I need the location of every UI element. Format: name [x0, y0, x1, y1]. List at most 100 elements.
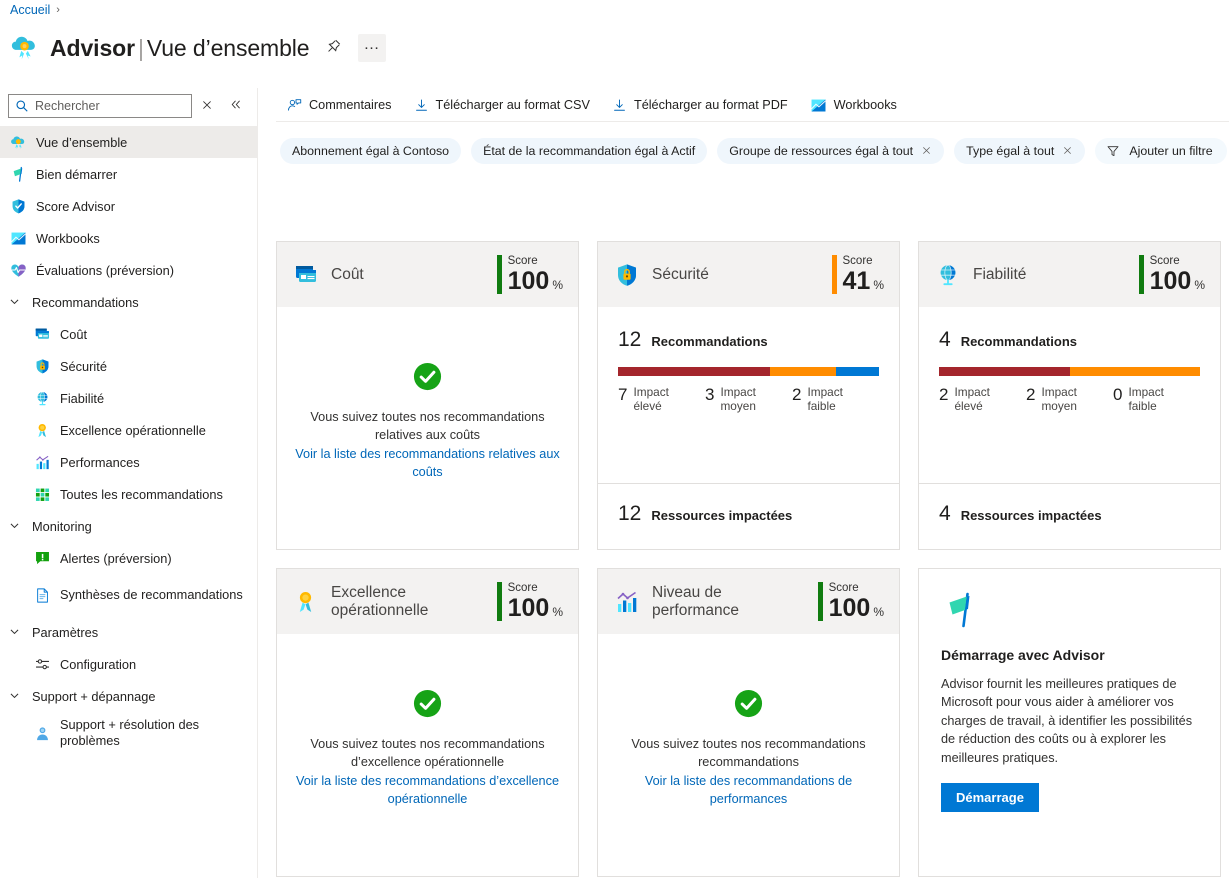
sidebar-item-12[interactable]: Monitoring [0, 510, 257, 542]
chevron-down-icon [8, 625, 22, 639]
card-performance[interactable]: Niveau de performance Score 100% Vous su… [597, 568, 900, 877]
search-box[interactable] [8, 94, 192, 118]
sidebar-item-5[interactable]: Recommandations [0, 286, 257, 318]
card-security-resources[interactable]: 12 Ressources impactées [598, 483, 899, 549]
performance-chart-icon [614, 589, 640, 615]
remove-filter-icon[interactable] [921, 145, 932, 158]
sidebar-item-label: Évaluations (préversion) [36, 262, 174, 278]
sidebar-item-16[interactable]: Configuration [0, 648, 257, 680]
command-t-l-charger-au-format-csv[interactable]: Télécharger au format CSV [403, 91, 601, 119]
breadcrumb-separator: › [56, 4, 60, 16]
more-options-button[interactable]: … [357, 34, 386, 62]
sidebar-item-13[interactable]: Alertes (préversion) [0, 542, 257, 574]
card-performance-link[interactable]: Voir la liste des recommandations de per… [612, 772, 885, 808]
sidebar-item-17[interactable]: Support + dépannage [0, 680, 257, 712]
impact-label: Impact élevé [954, 385, 989, 414]
impact-label-line1: Impact [807, 385, 843, 399]
card-reliability-body: 4 Recommandations 2 Impact élevé 2 Impact moy… [919, 307, 1220, 549]
pin-button[interactable] [320, 34, 348, 62]
sidebar-item-11[interactable]: Toutes les recommandations [0, 478, 257, 510]
card-security-rec-label: Recommandations [651, 334, 768, 349]
card-reliability-resources-label: Ressources impactées [960, 508, 1102, 523]
filter-chip-1[interactable]: État de la recommandation égal à Actif [471, 138, 708, 164]
ribbon-icon [293, 589, 319, 615]
sidebar-item-3[interactable]: Workbooks [0, 222, 257, 254]
card-security-recommendations[interactable]: 12 Recommandations 7 Impact élevé 3 Impact mo… [598, 307, 899, 483]
sidebar-item-14[interactable]: Synthèses de recommandations [0, 574, 257, 616]
command-commentaires[interactable]: Commentaires [276, 91, 403, 119]
impact-label-line2: élevé [633, 399, 662, 414]
card-reliability-resources[interactable]: 4 Ressources impactées [919, 483, 1220, 549]
sidebar-item-label: Support + résolution des problèmes [60, 717, 200, 748]
card-security-score-value: 41% [842, 266, 884, 295]
breadcrumb-home-link[interactable]: Accueil [10, 3, 50, 17]
card-security-rec-count: 12 [618, 328, 642, 351]
card-cost-body: Vous suivez toutes nos recommandations r… [277, 307, 578, 549]
sidebar-item-label: Vue d’ensemble [36, 134, 128, 150]
clear-search-button[interactable] [194, 94, 220, 118]
card-operational-excellence[interactable]: Excellence opérationnelle Score 100% Vou… [276, 568, 579, 877]
sidebar-item-15[interactable]: Paramètres [0, 616, 257, 648]
security-shield-icon [614, 262, 640, 288]
filter-chip-0[interactable]: Abonnement égal à Contoso [280, 138, 462, 164]
add-filter-label: Ajouter un filtre [1129, 144, 1213, 158]
get-started-button[interactable]: Démarrage [941, 783, 1039, 813]
card-operational-link[interactable]: Voir la liste des recommandations d’exce… [291, 772, 564, 808]
filter-chip-3[interactable]: Type égal à tout [954, 138, 1086, 164]
sidebar-item-0[interactable]: Vue d’ensemble [0, 126, 257, 158]
advisor-logo-icon [10, 33, 40, 63]
sidebar-item-18[interactable]: Support + résolution des problèmes [0, 712, 257, 754]
card-reliability-rec-label: Recommandations [960, 334, 1077, 349]
impact-label-line1: Impact [1128, 385, 1164, 399]
remove-filter-icon[interactable] [1062, 145, 1073, 158]
impact-label-line1: Impact [633, 385, 669, 399]
page-title-section: Vue d’ensemble [146, 34, 310, 61]
sidebar-item-label: Excellence opérationnelle [60, 422, 206, 438]
sidebar-item-1[interactable]: Bien démarrer [0, 158, 257, 190]
success-check-icon [412, 688, 443, 719]
card-performance-message: Vous suivez toutes nos recommandations r… [631, 737, 866, 770]
card-operational-message: Vous suivez toutes nos recommandations d… [310, 737, 545, 770]
card-cost-link[interactable]: Voir la liste des recommandations relati… [291, 445, 564, 481]
sidebar-item-6[interactable]: Coût [0, 318, 257, 350]
impact-label: Impact faible [1128, 385, 1163, 414]
sidebar-item-4[interactable]: Évaluations (préversion) [0, 254, 257, 286]
card-security-impact-legend: 7 Impact élevé 3 Impact moyen 2 Impact faible [618, 385, 879, 414]
card-reliability-impact-legend: 2 Impact élevé 2 Impact moyen 0 Impact faible [939, 385, 1200, 414]
impact-count: 2 [792, 385, 802, 404]
sidebar-item-7[interactable]: Sécurité [0, 350, 257, 382]
chevron-down-icon [8, 295, 22, 309]
card-cost-title: Coût [331, 265, 364, 283]
card-reliability-recommendations[interactable]: 4 Recommandations 2 Impact élevé 2 Impact moy… [919, 307, 1220, 483]
success-check-icon [412, 361, 443, 392]
command-bar: Commentaires Télécharger au format CSV Tél… [276, 90, 1229, 120]
collapse-sidebar-button[interactable] [222, 94, 248, 118]
card-reliability[interactable]: Fiabilité Score 100% 4 Recommandations 2… [918, 241, 1221, 550]
sidebar-item-label: Monitoring [32, 518, 92, 534]
add-filter-button[interactable]: Ajouter un filtre [1095, 138, 1227, 164]
sidebar-item-label: Fiabilité [60, 390, 105, 406]
filter-chip-label: État de la recommandation égal à Actif [483, 144, 696, 158]
sidebar-item-8[interactable]: Fiabilité [0, 382, 257, 414]
card-cost-score: Score 100% [496, 255, 565, 294]
command-t-l-charger-au-format-pdf[interactable]: Télécharger au format PDF [601, 91, 799, 119]
command-workbooks[interactable]: Workbooks [799, 91, 908, 119]
card-security-impact-bar [618, 367, 879, 376]
impact-segment-0 [939, 367, 1070, 376]
search-input[interactable] [9, 95, 191, 117]
card-cost-message: Vous suivez toutes nos recommandations r… [310, 410, 545, 443]
sidebar-item-9[interactable]: Excellence opérationnelle [0, 414, 257, 446]
card-cost[interactable]: Coût Score 100% Vous suivez toutes nos r… [276, 241, 579, 550]
impact-legend-item-2: 0 Impact faible [1113, 385, 1200, 414]
page-title-divider: | [137, 34, 144, 61]
sidebar-item-label: Workbooks [36, 230, 100, 246]
card-security[interactable]: Sécurité Score 41% 12 Recommandations 7 … [597, 241, 900, 550]
command-label: Télécharger au format PDF [633, 98, 788, 112]
sidebar-item-10[interactable]: Performances [0, 446, 257, 478]
sidebar: Vue d’ensemble Bien démarrer Score Advisor… [0, 88, 258, 878]
impact-label-line1: Impact [1041, 385, 1077, 399]
impact-label: Impact faible [807, 385, 842, 414]
sidebar-item-2[interactable]: Score Advisor [0, 190, 257, 222]
filter-chip-2[interactable]: Groupe de ressources égal à tout [717, 138, 945, 164]
cost-card-icon [34, 326, 51, 343]
